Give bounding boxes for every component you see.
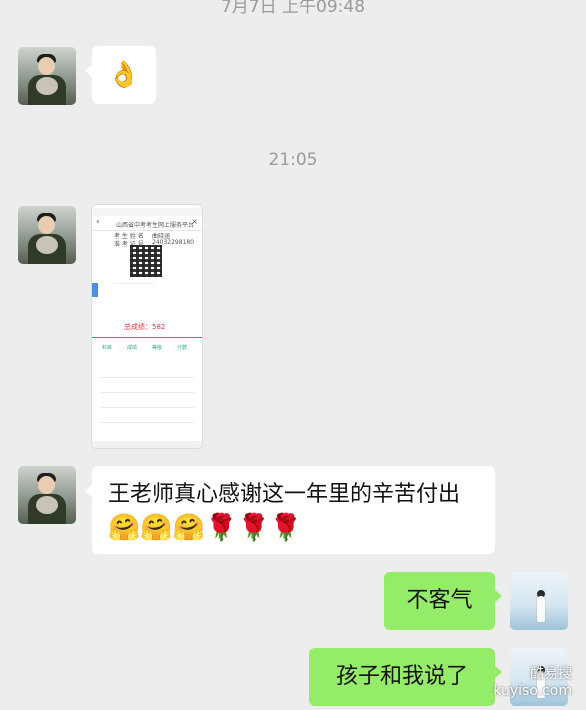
table-header: 成绩 xyxy=(127,345,138,351)
image-message[interactable]: ‹ 山西省中考考生网上服务平台 × 考 生 姓 名 曲晓涵 准 考 证 号 24… xyxy=(92,205,202,448)
watermark: 酷易搜 kuyiso.com xyxy=(493,666,572,699)
timestamp-top: 7月7日 上午09:48 xyxy=(220,0,366,17)
close-icon: × xyxy=(191,217,198,226)
message-bubble[interactable]: 不客气 xyxy=(384,572,502,630)
ok-hand-emoji: 👌 xyxy=(107,60,141,90)
qr-code-icon xyxy=(130,245,162,277)
avatar-self[interactable] xyxy=(510,572,568,630)
back-icon: ‹ xyxy=(96,217,100,227)
table-header: 等级 xyxy=(152,345,163,351)
avatar[interactable] xyxy=(18,466,76,524)
avatar[interactable] xyxy=(18,206,76,264)
message-text: 不客气 xyxy=(406,588,473,613)
message-bubble[interactable]: 王老师真心感谢这一年里的辛苦付出 🤗🤗🤗🌹🌹🌹 xyxy=(85,466,495,554)
message-text: 王老师真心感谢这一年里的辛苦付出 xyxy=(108,482,461,507)
avatar[interactable] xyxy=(18,47,76,105)
total-score-label: 总成绩： xyxy=(124,323,152,331)
timestamp-middle: 21:05 xyxy=(268,150,318,170)
message-bubble[interactable]: 👌 xyxy=(85,46,156,104)
message-bubble[interactable]: 孩子和我说了 xyxy=(309,648,502,706)
page-title: 山西省中考考生网上服务平台 xyxy=(116,222,195,229)
table-header: 分数 xyxy=(177,345,188,351)
message-emojis: 🤗🤗🤗🌹🌹🌹 xyxy=(108,513,303,543)
table-header: 科目 xyxy=(102,345,113,351)
total-score-value: 582 xyxy=(152,323,166,331)
message-text: 孩子和我说了 xyxy=(335,664,468,689)
